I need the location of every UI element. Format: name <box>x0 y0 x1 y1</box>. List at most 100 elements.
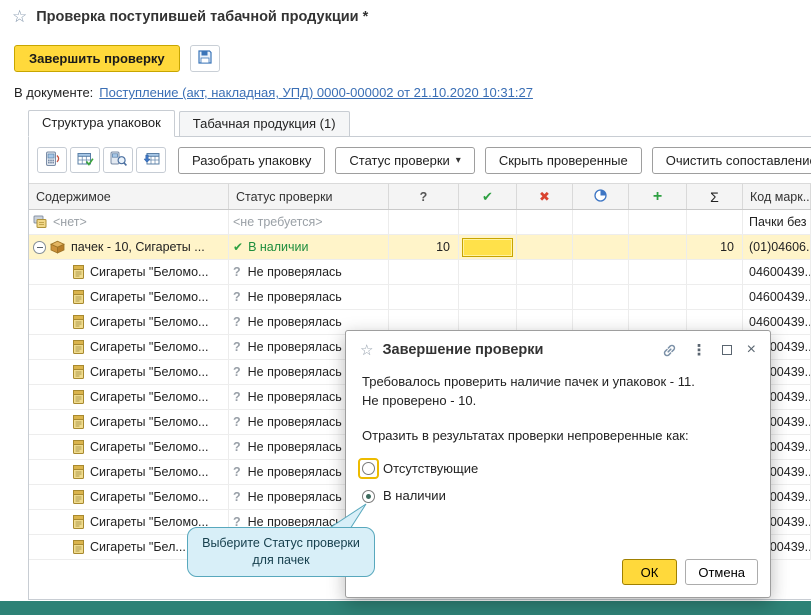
unpack-button-label: Разобрать упаковку <box>192 153 311 168</box>
column-header-extra[interactable]: + <box>629 184 687 209</box>
column-header-content[interactable]: Содержимое <box>29 184 229 209</box>
question-icon: ? <box>420 190 428 204</box>
absent-qty-cell <box>517 235 573 259</box>
question-icon: ? <box>233 290 241 304</box>
column-header-unchecked[interactable]: ? <box>389 184 459 209</box>
total-qty-cell: 10 <box>687 235 743 259</box>
load-data-button[interactable] <box>136 147 166 173</box>
table-row[interactable]: Сигареты "Беломо...?Не проверялась046004… <box>29 285 811 310</box>
link-icon[interactable] <box>662 343 677 358</box>
cigarette-pack-icon <box>73 440 84 454</box>
callout-tail <box>320 502 370 530</box>
toolbar-icon-group <box>37 147 166 173</box>
sigma-icon: Σ <box>710 189 719 205</box>
favorite-star-icon[interactable]: ☆ <box>12 8 27 25</box>
column-header-status-label: Статус проверки <box>236 190 333 204</box>
total-qty-cell <box>687 260 743 284</box>
focus-ring <box>358 458 379 479</box>
radio-option-present[interactable]: В наличии <box>362 487 754 506</box>
check-icon: ✔ <box>233 240 243 254</box>
question-icon: ? <box>233 265 241 279</box>
status-bar <box>0 601 811 615</box>
dialog-question: Отразить в результатах проверки непровер… <box>362 427 754 446</box>
question-icon: ? <box>233 390 241 404</box>
partial-qty-cell <box>573 210 629 234</box>
cigarette-pack-icon <box>73 340 84 354</box>
extra-qty-cell <box>629 210 687 234</box>
ok-button[interactable]: ОК <box>622 559 678 585</box>
column-header-code[interactable]: Код марк... <box>743 184 811 209</box>
column-header-absent[interactable]: ✖ <box>517 184 573 209</box>
total-qty-cell <box>687 285 743 309</box>
dialog-favorite-star-icon[interactable]: ☆ <box>360 341 373 359</box>
absent-qty-cell <box>517 285 573 309</box>
present-qty-cell <box>459 285 517 309</box>
stack-icon <box>33 215 47 229</box>
tab-tobacco-products[interactable]: Табачная продукция (1) <box>179 111 350 137</box>
save-button[interactable] <box>190 45 220 72</box>
dialog-header: ☆ Завершение проверки ⋮ × <box>346 331 770 363</box>
unpack-button[interactable]: Разобрать упаковку <box>178 147 325 174</box>
status-cell: <не требуется> <box>229 210 389 234</box>
content-cell: Сигареты "Беломо... <box>29 410 229 434</box>
clear-mapping-button[interactable]: Очистить сопоставление <box>652 147 811 174</box>
column-header-total[interactable]: Σ <box>687 184 743 209</box>
unchecked-qty-cell <box>389 210 459 234</box>
document-link[interactable]: Поступление (акт, накладная, УПД) 0000-0… <box>99 85 533 100</box>
document-label: В документе: <box>14 85 93 100</box>
barcode-scanner-button[interactable] <box>37 147 67 173</box>
content-cell: Сигареты "Беломо... <box>29 310 229 334</box>
dialog-message-line2: Не проверено - 10. <box>362 392 754 411</box>
unchecked-qty-cell: 10 <box>389 235 459 259</box>
command-bar: Завершить проверку <box>14 45 220 72</box>
package-icon <box>50 240 65 254</box>
radio-option-absent[interactable]: Отсутствующие <box>362 460 754 479</box>
content-cell: Сигареты "Беломо... <box>29 485 229 509</box>
cross-icon: ✖ <box>539 189 550 205</box>
column-header-content-label: Содержимое <box>36 190 111 204</box>
table-load-icon <box>143 151 160 170</box>
hide-checked-button[interactable]: Скрыть проверенные <box>485 147 642 174</box>
dialog-footer: ОК Отмена <box>622 559 758 585</box>
unchecked-qty-cell <box>389 260 459 284</box>
collapse-icon[interactable] <box>33 241 46 254</box>
tab-package-structure[interactable]: Структура упаковок <box>28 110 175 137</box>
finish-check-button[interactable]: Завершить проверку <box>14 45 180 72</box>
check-icon: ✔ <box>482 189 493 205</box>
dialog-window-controls: ⋮ × <box>662 341 756 359</box>
table-row[interactable]: Сигареты "Беломо...?Не проверялась046004… <box>29 260 811 285</box>
clear-mapping-label: Очистить сопоставление <box>666 153 811 168</box>
find-by-scanner-button[interactable] <box>103 147 133 173</box>
close-icon[interactable]: × <box>747 341 756 359</box>
question-icon: ? <box>233 315 241 329</box>
scanner-terminal-icon <box>44 151 61 170</box>
partial-qty-cell <box>573 260 629 284</box>
column-header-present[interactable]: ✔ <box>459 184 517 209</box>
radio-absent-circle[interactable] <box>362 462 375 475</box>
unchecked-qty-cell <box>389 285 459 309</box>
question-icon: ? <box>233 465 241 479</box>
table-toolbar: Разобрать упаковку Статус проверки▾ Скры… <box>29 137 811 183</box>
check-status-menu-button[interactable]: Статус проверки▾ <box>335 147 474 174</box>
table-row[interactable]: пачек - 10, Сигареты ...✔В наличии1010(0… <box>29 235 811 260</box>
cigarette-pack-icon <box>73 540 84 554</box>
dialog-options: Отсутствующие В наличии <box>362 446 754 507</box>
present-qty-cell <box>459 260 517 284</box>
present-qty-cell <box>459 210 517 234</box>
verification-table-button[interactable] <box>70 147 100 173</box>
more-icon[interactable]: ⋮ <box>692 341 707 359</box>
column-header-partial[interactable] <box>573 184 629 209</box>
absent-qty-cell <box>517 210 573 234</box>
absent-qty-cell <box>517 260 573 284</box>
cancel-button[interactable]: Отмена <box>685 559 758 585</box>
cigarette-pack-icon <box>73 415 84 429</box>
document-line: В документе: Поступление (акт, накладная,… <box>14 85 533 100</box>
table-row[interactable]: <нет><не требуется>Пачки без <box>29 210 811 235</box>
column-header-status[interactable]: Статус проверки <box>229 184 389 209</box>
extra-qty-cell <box>629 235 687 259</box>
active-edit-cell[interactable] <box>462 238 513 257</box>
hide-checked-label: Скрыть проверенные <box>499 153 628 168</box>
present-qty-cell <box>459 235 517 259</box>
maximize-icon[interactable] <box>722 345 732 355</box>
question-icon: ? <box>233 365 241 379</box>
